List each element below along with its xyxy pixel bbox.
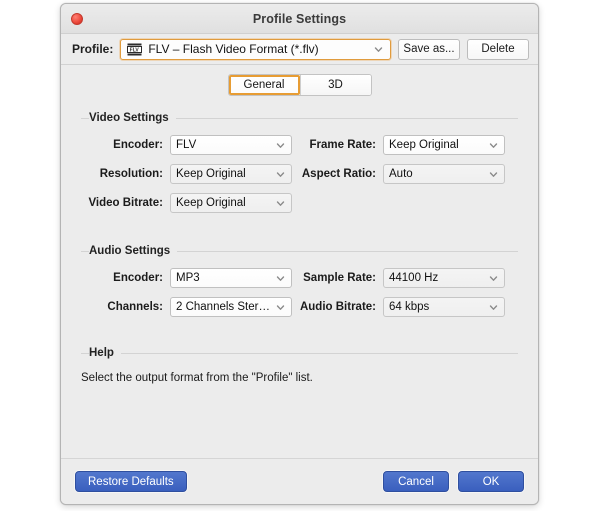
chevron-down-icon: [275, 140, 286, 151]
video-settings-header: Video Settings: [81, 112, 518, 124]
video-settings-group: Video Settings Encoder: FLV Frame Rate:: [81, 112, 518, 213]
encoder-audio-label: Encoder:: [113, 272, 163, 284]
page-title: Profile Settings: [252, 11, 347, 26]
frame-rate-value: Keep Original: [389, 139, 459, 151]
tab-general[interactable]: General: [228, 75, 300, 95]
field-sample-rate: Sample Rate: 44100 Hz: [293, 268, 518, 288]
chevron-down-icon: [488, 169, 499, 180]
profile-bar: Profile: FLV FLV – Flash Video Format (*…: [61, 34, 538, 65]
frame-rate-label: Frame Rate:: [309, 139, 376, 151]
channels-select[interactable]: 2 Channels Stereo: [170, 297, 292, 317]
group-rule-left: [81, 117, 89, 119]
resolution-select[interactable]: Keep Original: [170, 164, 292, 184]
audio-row-1: Encoder: MP3 Sample Rate: 44100 Hz: [81, 268, 518, 288]
encoder-audio-select[interactable]: MP3: [170, 268, 292, 288]
tab-group: General 3D: [227, 74, 372, 96]
group-rule-right: [120, 352, 518, 354]
chevron-down-icon: [488, 140, 499, 151]
field-encoder-audio: Encoder: MP3: [81, 268, 293, 288]
help-title: Help: [89, 347, 114, 359]
encoder-video-value: FLV: [176, 139, 197, 151]
profile-select[interactable]: FLV FLV – Flash Video Format (*.flv): [120, 38, 391, 60]
video-row-1: Encoder: FLV Frame Rate: Keep Original: [81, 135, 518, 155]
video-bitrate-label: Video Bitrate:: [88, 197, 163, 209]
cancel-button[interactable]: Cancel: [383, 471, 449, 492]
aspect-ratio-select[interactable]: Auto: [383, 164, 505, 184]
chevron-down-icon: [275, 302, 286, 313]
group-rule-left: [81, 352, 89, 354]
frame-rate-select[interactable]: Keep Original: [383, 135, 505, 155]
group-rule-left: [81, 250, 89, 252]
video-bitrate-select[interactable]: Keep Original: [170, 193, 292, 213]
delete-button[interactable]: Delete: [467, 38, 529, 60]
encoder-audio-value: MP3: [176, 272, 200, 284]
channels-value: 2 Channels Stereo: [176, 301, 271, 313]
sample-rate-label: Sample Rate:: [303, 272, 376, 284]
title-bar: Profile Settings: [61, 4, 538, 34]
close-icon[interactable]: [71, 13, 83, 25]
tab-bar: General 3D: [61, 65, 538, 106]
resolution-label: Resolution:: [99, 168, 163, 180]
field-audio-bitrate: Audio Bitrate: 64 kbps: [293, 297, 518, 317]
field-resolution: Resolution: Keep Original: [81, 164, 293, 184]
video-row-2: Resolution: Keep Original Aspect Ratio: …: [81, 164, 518, 184]
audio-settings-group: Audio Settings Encoder: MP3 Sample Rate:: [81, 245, 518, 317]
field-video-bitrate: Video Bitrate: Keep Original: [81, 193, 293, 213]
audio-row-2: Channels: 2 Channels Stereo Audio Bitrat…: [81, 297, 518, 317]
video-settings-title: Video Settings: [89, 112, 169, 124]
audio-settings-title: Audio Settings: [89, 245, 171, 257]
chevron-down-icon: [275, 198, 286, 209]
group-rule-right: [175, 117, 518, 119]
profile-label: Profile:: [72, 42, 114, 56]
aspect-ratio-value: Auto: [389, 168, 413, 180]
group-rule-right: [177, 250, 518, 252]
encoder-video-select[interactable]: FLV: [170, 135, 292, 155]
field-aspect-ratio: Aspect Ratio: Auto: [293, 164, 518, 184]
footer-bar: Restore Defaults Cancel OK: [61, 458, 538, 504]
field-encoder-video: Encoder: FLV: [81, 135, 293, 155]
chevron-down-icon: [275, 273, 286, 284]
chevron-down-icon: [275, 169, 286, 180]
settings-body: Video Settings Encoder: FLV Frame Rate:: [61, 106, 538, 458]
audio-bitrate-value: 64 kbps: [389, 301, 430, 313]
field-frame-rate: Frame Rate: Keep Original: [293, 135, 518, 155]
aspect-ratio-label: Aspect Ratio:: [301, 168, 376, 180]
save-as-button[interactable]: Save as...: [398, 38, 460, 60]
chevron-down-icon: [488, 273, 499, 284]
chevron-down-icon: [488, 302, 499, 313]
field-channels: Channels: 2 Channels Stereo: [81, 297, 293, 317]
audio-bitrate-label: Audio Bitrate:: [299, 301, 376, 313]
svg-text:FLV: FLV: [130, 47, 140, 53]
help-text: Select the output format from the "Profi…: [81, 372, 313, 384]
tab-3d[interactable]: 3D: [299, 75, 371, 95]
flv-format-icon: FLV: [127, 43, 143, 56]
ok-button[interactable]: OK: [458, 471, 524, 492]
resolution-value: Keep Original: [176, 168, 246, 180]
channels-label: Channels:: [107, 301, 163, 313]
profile-settings-window: Profile Settings Profile: FLV FLV – Flas…: [60, 3, 539, 505]
restore-defaults-button[interactable]: Restore Defaults: [75, 471, 187, 492]
video-bitrate-value: Keep Original: [176, 197, 246, 209]
audio-settings-header: Audio Settings: [81, 245, 518, 257]
sample-rate-select[interactable]: 44100 Hz: [383, 268, 505, 288]
help-header: Help: [81, 347, 518, 359]
encoder-video-label: Encoder:: [113, 139, 163, 151]
sample-rate-value: 44100 Hz: [389, 272, 439, 284]
audio-bitrate-select[interactable]: 64 kbps: [383, 297, 505, 317]
video-row-3: Video Bitrate: Keep Original: [81, 193, 518, 213]
chevron-down-icon: [373, 44, 384, 55]
profile-selected-value: FLV – Flash Video Format (*.flv): [148, 42, 319, 56]
help-group: Help Select the output format from the "…: [81, 347, 518, 384]
